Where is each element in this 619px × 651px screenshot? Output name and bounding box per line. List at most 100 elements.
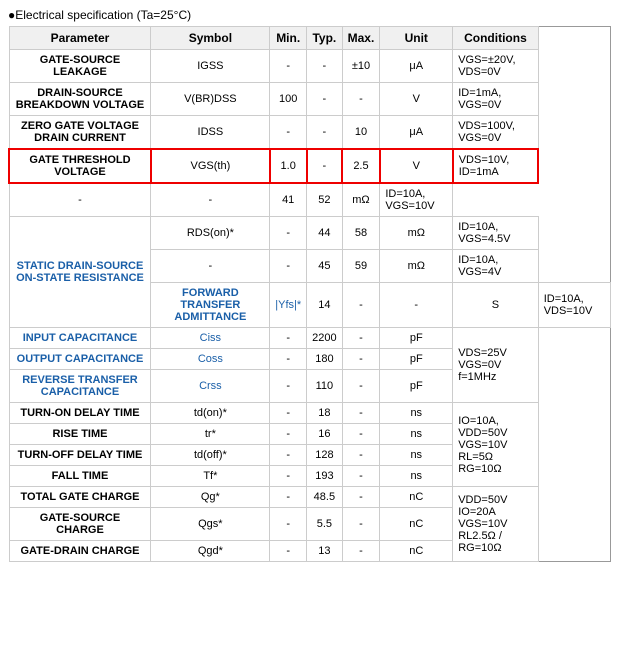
symbol-cell: - <box>151 250 270 283</box>
symbol-cell: Tf* <box>151 466 270 487</box>
max-cell: - <box>380 283 453 328</box>
param-cell: GATE-DRAIN CHARGE <box>9 541 151 562</box>
max-cell: - <box>342 370 380 403</box>
max-cell: - <box>342 83 380 116</box>
min-cell: 1.0 <box>270 149 307 183</box>
header-unit: Unit <box>380 27 453 50</box>
conditions-cell: ID=10A, VGS=10V <box>380 183 453 217</box>
symbol-cell: tr* <box>151 424 270 445</box>
min-cell: - <box>270 466 307 487</box>
table-row: GATE THRESHOLD VOLTAGEVGS(th)1.0-2.5VVDS… <box>9 149 611 183</box>
max-cell: - <box>342 541 380 562</box>
unit-cell: nC <box>380 487 453 508</box>
unit-cell: nC <box>380 508 453 541</box>
min-cell: - <box>270 250 307 283</box>
unit-cell: pF <box>380 370 453 403</box>
conditions-cell: VDD=50V IO=20A VGS=10V RL2.5Ω / RG=10Ω <box>453 487 538 562</box>
unit-cell: mΩ <box>380 217 453 250</box>
min-cell: - <box>270 508 307 541</box>
typ-cell: 193 <box>307 466 342 487</box>
table-row: GATE-SOURCE LEAKAGEIGSS--±10μAVGS=±20V, … <box>9 50 611 83</box>
param-cell: TURN-ON DELAY TIME <box>9 403 151 424</box>
min-cell: - <box>270 487 307 508</box>
param-cell: OUTPUT CAPACITANCE <box>9 349 151 370</box>
conditions-cell: ID=10A, VDS=10V <box>538 283 610 328</box>
min-cell: - <box>270 328 307 349</box>
conditions-cell: ID=10A, VGS=4.5V <box>453 217 538 250</box>
symbol-cell: Qgd* <box>151 541 270 562</box>
param-cell: DRAIN-SOURCE BREAKDOWN VOLTAGE <box>9 83 151 116</box>
typ-cell: 45 <box>307 250 342 283</box>
unit-cell: nC <box>380 541 453 562</box>
symbol-cell: VGS(th) <box>151 149 270 183</box>
symbol-cell: RDS(on)* <box>151 217 270 250</box>
param-cell: TURN-OFF DELAY TIME <box>9 445 151 466</box>
min-cell: - <box>270 217 307 250</box>
symbol-cell: Ciss <box>151 328 270 349</box>
min-cell: - <box>270 541 307 562</box>
table-row: INPUT CAPACITANCECiss-2200-pFVDS=25V VGS… <box>9 328 611 349</box>
unit-cell: V <box>380 149 453 183</box>
table-header-row: Parameter Symbol Min. Typ. Max. Unit Con… <box>9 27 611 50</box>
conditions-cell: IO=10A, VDD=50V VGS=10V RL=5Ω RG=10Ω <box>453 403 538 487</box>
symbol-cell: Crss <box>151 370 270 403</box>
symbol-cell: |Yfs|* <box>270 283 307 328</box>
conditions-cell: ID=1mA, VGS=0V <box>453 83 538 116</box>
max-cell: - <box>342 445 380 466</box>
max-cell: - <box>342 328 380 349</box>
max-cell: 58 <box>342 217 380 250</box>
typ-cell: 13 <box>307 541 342 562</box>
page-wrapper: ●Electrical specification (Ta=25°C) Para… <box>0 0 619 570</box>
min-cell: - <box>270 50 307 83</box>
typ-cell: - <box>342 283 380 328</box>
symbol-cell: IDSS <box>151 116 270 150</box>
max-cell: 10 <box>342 116 380 150</box>
min-cell: - <box>151 183 270 217</box>
min-cell: 14 <box>307 283 342 328</box>
electrical-spec-table: Parameter Symbol Min. Typ. Max. Unit Con… <box>8 26 611 562</box>
conditions-cell: VGS=±20V, VDS=0V <box>453 50 538 83</box>
header-max: Max. <box>342 27 380 50</box>
table-row: TOTAL GATE CHARGEQg*-48.5-nCVDD=50V IO=2… <box>9 487 611 508</box>
header-symbol: Symbol <box>151 27 270 50</box>
table-row: --4152mΩID=10A, VGS=10V <box>9 183 611 217</box>
typ-cell: 16 <box>307 424 342 445</box>
unit-cell: pF <box>380 349 453 370</box>
unit-cell: μA <box>380 116 453 150</box>
table-row: STATIC DRAIN-SOURCE ON-STATE RESISTANCER… <box>9 217 611 250</box>
param-cell: STATIC DRAIN-SOURCE ON-STATE RESISTANCE <box>9 217 151 328</box>
typ-cell: 128 <box>307 445 342 466</box>
max-cell: 59 <box>342 250 380 283</box>
symbol-cell: - <box>9 183 151 217</box>
typ-cell: - <box>307 50 342 83</box>
param-cell: RISE TIME <box>9 424 151 445</box>
table-row: TURN-ON DELAY TIMEtd(on)*-18-nsIO=10A, V… <box>9 403 611 424</box>
max-cell: - <box>342 349 380 370</box>
param-cell: FORWARD TRANSFER ADMITTANCE <box>151 283 270 328</box>
symbol-cell: Qgs* <box>151 508 270 541</box>
param-cell: GATE-SOURCE CHARGE <box>9 508 151 541</box>
symbol-cell: V(BR)DSS <box>151 83 270 116</box>
min-cell: - <box>270 403 307 424</box>
max-cell: - <box>342 403 380 424</box>
conditions-cell: VDS=100V, VGS=0V <box>453 116 538 150</box>
typ-cell: - <box>307 83 342 116</box>
param-cell: GATE-SOURCE LEAKAGE <box>9 50 151 83</box>
unit-cell: pF <box>380 328 453 349</box>
section-title: ●Electrical specification (Ta=25°C) <box>8 8 611 22</box>
unit-cell: ns <box>380 466 453 487</box>
typ-cell: 41 <box>270 183 307 217</box>
max-cell: 2.5 <box>342 149 380 183</box>
symbol-cell: Qg* <box>151 487 270 508</box>
unit-cell: μA <box>380 50 453 83</box>
unit-cell: ns <box>380 403 453 424</box>
symbol-cell: IGSS <box>151 50 270 83</box>
min-cell: - <box>270 424 307 445</box>
param-cell: FALL TIME <box>9 466 151 487</box>
unit-cell: ns <box>380 445 453 466</box>
typ-cell: 5.5 <box>307 508 342 541</box>
unit-cell: S <box>453 283 538 328</box>
param-cell: TOTAL GATE CHARGE <box>9 487 151 508</box>
unit-cell: ns <box>380 424 453 445</box>
symbol-cell: Coss <box>151 349 270 370</box>
